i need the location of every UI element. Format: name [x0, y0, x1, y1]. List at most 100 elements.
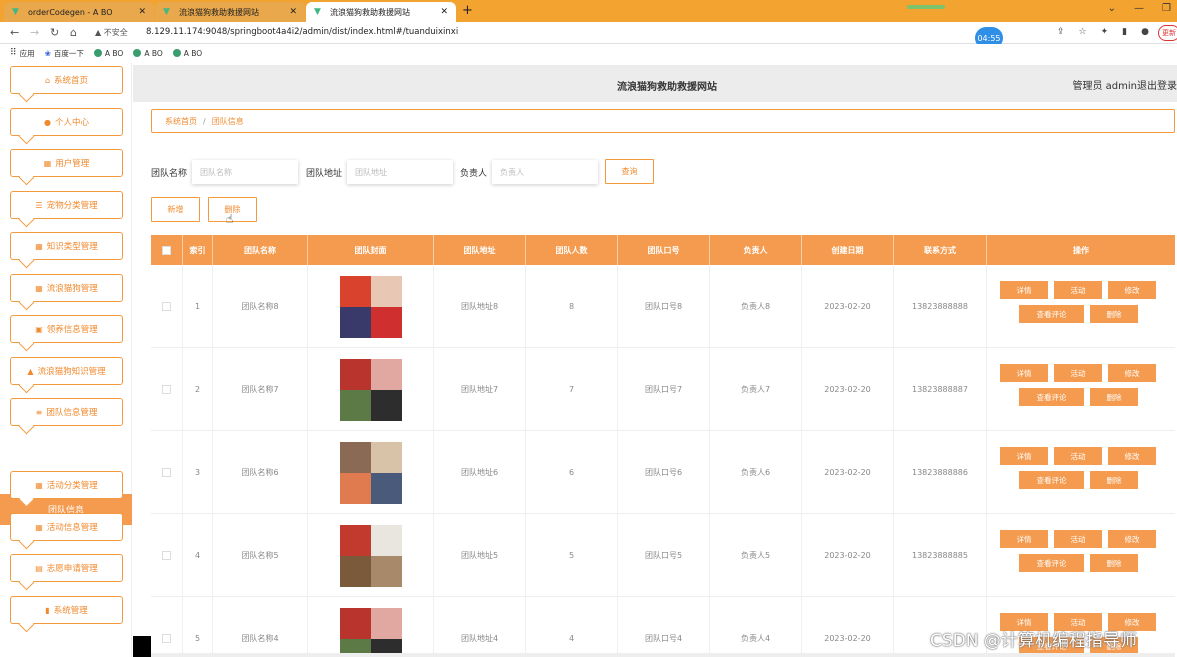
- bookmark-abo[interactable]: A BO: [93, 49, 123, 58]
- sidebar-item-volunteer[interactable]: ▤ 志愿申请管理: [10, 554, 123, 582]
- activity-button[interactable]: 活动: [1054, 281, 1102, 299]
- reload-icon[interactable]: ↻: [50, 26, 59, 39]
- sidepanel-icon[interactable]: ▮: [1122, 27, 1127, 37]
- team-cover-image[interactable]: [339, 607, 402, 657]
- browser-tab-active[interactable]: ▼ 流浪猫狗救助救援网站 ✕: [306, 2, 456, 22]
- home-icon[interactable]: ⌂: [70, 26, 77, 39]
- bookmark-apps[interactable]: ⠿ 应用: [10, 48, 35, 59]
- edit-button[interactable]: 修改: [1108, 281, 1156, 299]
- horizontal-scrollbar[interactable]: [151, 653, 1175, 657]
- new-tab-icon[interactable]: +: [462, 3, 473, 18]
- view-comments-button[interactable]: 查看评论: [1019, 305, 1084, 323]
- maximize-icon[interactable]: ❐: [1162, 3, 1171, 14]
- row-slogan: 团队口号5: [618, 514, 710, 597]
- row-index: 1: [183, 265, 213, 348]
- activity-button[interactable]: 活动: [1054, 364, 1102, 382]
- col-count: 团队人数: [526, 235, 618, 265]
- sidebar-item-profile[interactable]: ● 个人中心: [10, 108, 123, 136]
- browser-tab[interactable]: ▼ 流浪猫狗救助救援网站 ✕: [155, 2, 305, 22]
- star-icon[interactable]: ☆: [1079, 27, 1087, 37]
- checkbox[interactable]: [162, 245, 171, 255]
- overlay-block: [133, 636, 151, 657]
- sidebar-item-stray-animals[interactable]: ▦ 流浪猫狗管理: [10, 274, 123, 302]
- sidebar-item-adoption[interactable]: ▣ 领养信息管理: [10, 315, 123, 343]
- update-button[interactable]: 更新: [1158, 25, 1177, 41]
- sidebar-item-knowledge[interactable]: ▲ 流浪猫狗知识管理: [10, 357, 123, 385]
- search-addr-input[interactable]: [347, 160, 453, 184]
- sidebar-item-activity-category[interactable]: ▦ 活动分类管理: [10, 471, 123, 499]
- sidebar-item-knowledge-type[interactable]: ▦ 知识类型管理: [10, 232, 123, 260]
- view-comments-button[interactable]: 查看评论: [1019, 388, 1084, 406]
- team-cover-image[interactable]: [339, 441, 402, 504]
- team-cover-image[interactable]: [339, 358, 402, 421]
- sidebar-item-activity-info[interactable]: ▦ 活动信息管理: [10, 513, 123, 541]
- view-comments-button[interactable]: 查看评论: [1019, 471, 1084, 489]
- sidebar-item-label: 团队信息管理: [46, 408, 98, 418]
- select-all-checkbox[interactable]: [151, 235, 183, 265]
- detail-button[interactable]: 详情: [1000, 447, 1048, 465]
- share-icon[interactable]: ⇪: [1057, 27, 1065, 37]
- detail-button[interactable]: 详情: [1000, 281, 1048, 299]
- row-slogan: 团队口号8: [618, 265, 710, 348]
- sidebar-item-users[interactable]: ▦ 用户管理: [10, 149, 123, 177]
- team-table: 索引 团队名称 团队封面 团队地址 团队人数 团队口号 负责人 创建日期 联系方…: [151, 235, 1175, 657]
- row-checkbox-cell: [151, 265, 183, 348]
- team-cover-image[interactable]: [339, 275, 402, 338]
- delete-row-button[interactable]: 删除: [1090, 388, 1138, 406]
- row-checkbox[interactable]: [162, 385, 171, 394]
- extension-icon[interactable]: ✦: [1101, 27, 1109, 37]
- forward-icon[interactable]: →: [30, 26, 39, 39]
- minimize-icon[interactable]: —: [1134, 3, 1144, 14]
- row-checkbox[interactable]: [162, 302, 171, 311]
- chevron-down-icon[interactable]: ⌄: [1108, 3, 1116, 14]
- add-button[interactable]: 新增: [151, 197, 200, 222]
- row-phone: 13823888888: [894, 265, 987, 348]
- profile-icon[interactable]: ●: [1141, 27, 1149, 37]
- row-checkbox[interactable]: [162, 468, 171, 477]
- bookmark-baidu[interactable]: ❀ 百度一下: [45, 48, 84, 59]
- detail-button[interactable]: 详情: [1000, 530, 1048, 548]
- edit-button[interactable]: 修改: [1108, 364, 1156, 382]
- search-name-input[interactable]: [192, 160, 298, 184]
- view-comments-button[interactable]: 查看评论: [1019, 554, 1084, 572]
- browser-tab[interactable]: ▼ orderCodegen - A BO ✕: [4, 2, 154, 22]
- query-button[interactable]: 查询: [605, 159, 654, 184]
- search-owner-label: 负责人: [460, 169, 488, 179]
- row-checkbox[interactable]: [162, 634, 171, 643]
- edit-button[interactable]: 修改: [1108, 530, 1156, 548]
- sidebar-item-team[interactable]: ≡ 团队信息管理: [10, 398, 123, 426]
- delete-row-button[interactable]: 删除: [1090, 305, 1138, 323]
- row-actions-cell: 详情 活动 修改 查看评论 删除: [987, 348, 1175, 431]
- sidebar-item-system[interactable]: ▮ 系统管理: [10, 596, 123, 624]
- back-icon[interactable]: ←: [10, 26, 19, 39]
- row-checkbox[interactable]: [162, 551, 171, 560]
- sidebar-item-home[interactable]: ⌂ 系统首页: [10, 66, 123, 94]
- detail-button[interactable]: 详情: [1000, 364, 1048, 382]
- activity-button[interactable]: 活动: [1054, 447, 1102, 465]
- close-icon[interactable]: ✕: [138, 7, 146, 17]
- close-icon[interactable]: ✕: [440, 7, 448, 17]
- breadcrumb-home[interactable]: 系统首页: [165, 116, 197, 127]
- close-icon[interactable]: ✕: [289, 7, 297, 17]
- delete-row-button[interactable]: 删除: [1090, 471, 1138, 489]
- search-owner-input[interactable]: [492, 160, 598, 184]
- sidebar-item-label: 活动分类管理: [46, 481, 98, 491]
- logout-link[interactable]: 退出登录: [1137, 77, 1177, 92]
- activity-button[interactable]: 活动: [1054, 530, 1102, 548]
- mouse-cursor-icon: ☝: [226, 212, 234, 226]
- security-indicator[interactable]: ▲ 不安全: [95, 27, 128, 38]
- browser-tab-bar: ▼ orderCodegen - A BO ✕ ▼ 流浪猫狗救助救援网站 ✕ ▼…: [0, 0, 1177, 22]
- bookmark-abo[interactable]: A BO: [133, 49, 163, 58]
- row-phone: 13823888885: [894, 514, 987, 597]
- row-cover-cell: [308, 514, 434, 597]
- sidebar-item-pet-category[interactable]: ☰ 宠物分类管理: [10, 191, 123, 219]
- team-cover-image[interactable]: [339, 524, 402, 587]
- edit-button[interactable]: 修改: [1108, 447, 1156, 465]
- delete-row-button[interactable]: 删除: [1090, 554, 1138, 572]
- url-field[interactable]: 8.129.11.174:9048/springboot4a4i2/admin/…: [146, 27, 458, 37]
- bookmark-abo[interactable]: A BO: [172, 49, 202, 58]
- bookmark-label: 应用: [19, 48, 35, 58]
- row-name: 团队名称4: [213, 597, 308, 657]
- row-checkbox-cell: [151, 348, 183, 431]
- row-cover-cell: [308, 431, 434, 514]
